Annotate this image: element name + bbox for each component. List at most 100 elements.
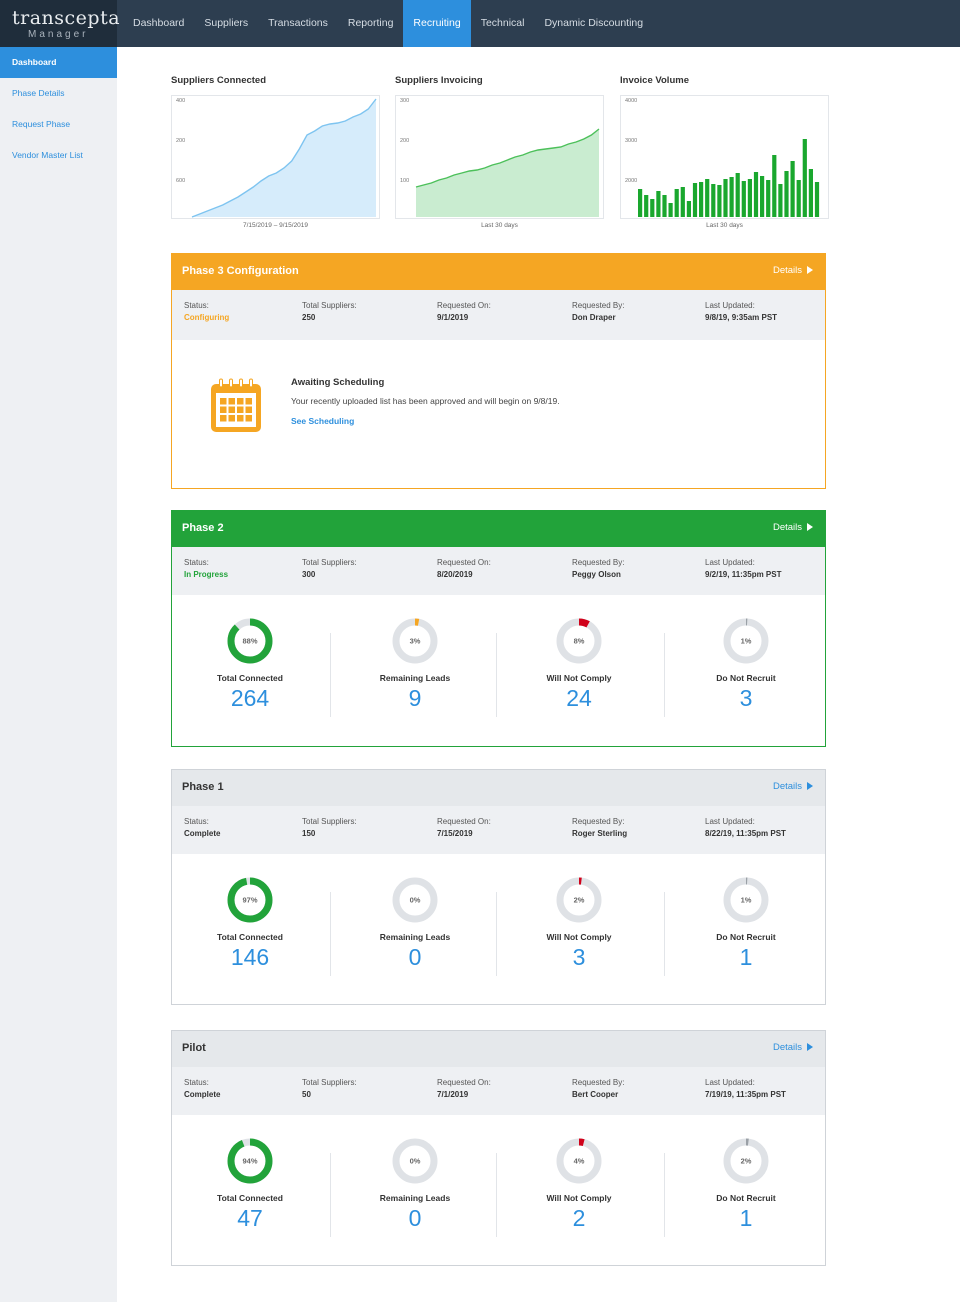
info-label: Last Updated: — [705, 817, 755, 826]
nav-dynamic-discounting[interactable]: Dynamic Discounting — [534, 0, 653, 47]
bar — [650, 199, 655, 217]
stats-row: 94% Total Connected 47 0% Remaining Leads 0 4%… — [172, 1115, 825, 1265]
divider — [664, 892, 665, 976]
donut-percent-label: 1% — [741, 896, 752, 905]
donut-percent-label: 3% — [410, 637, 421, 646]
stat-label: Total Connected — [217, 932, 283, 942]
info-requested-by: Requested By: Roger Sterling — [572, 816, 627, 840]
stat-do-not-recruit: 1% Do Not Recruit 3 — [666, 595, 826, 712]
stat-count: 1 — [739, 944, 753, 970]
triangle-right-icon — [807, 523, 813, 532]
details-link[interactable]: Details — [773, 1042, 813, 1053]
series-area — [416, 129, 599, 217]
stat-count: 146 — [230, 944, 270, 970]
divider — [664, 633, 665, 717]
nav-technical[interactable]: Technical — [471, 0, 535, 47]
nav-reporting[interactable]: Reporting — [338, 0, 404, 47]
donut-percent-label: 8% — [574, 637, 585, 646]
info-label: Requested On: — [437, 1078, 491, 1087]
tick-label: 200 — [400, 138, 409, 144]
bar — [680, 187, 685, 217]
bar — [747, 179, 752, 217]
calendar-icon — [209, 378, 265, 441]
bar — [778, 184, 783, 217]
card-title: Phase 3 Configuration — [182, 265, 299, 277]
stat-count: 9 — [408, 685, 422, 711]
bar — [790, 161, 795, 217]
donut-chart: 0% — [392, 877, 438, 923]
sidebar-item-phase-details[interactable]: Phase Details — [0, 78, 117, 109]
logo[interactable]: transcepta Manager — [0, 0, 121, 47]
details-label: Details — [772, 522, 802, 533]
donut-chart: 8% — [556, 618, 602, 664]
bar — [753, 172, 759, 217]
info-value: In Progress — [184, 570, 229, 579]
bar — [686, 201, 691, 217]
stat-will-not-comply: 2% Will Not Comply 3 — [499, 854, 659, 971]
info-status: Status: In Progress — [184, 557, 228, 581]
tick-label: 300 — [400, 98, 409, 104]
info-label: Requested By: — [572, 301, 625, 310]
nav-recruiting[interactable]: Recruiting — [403, 0, 471, 47]
bar — [717, 185, 722, 217]
details-link[interactable]: Details — [773, 265, 813, 276]
chart-title: Invoice Volume — [620, 75, 689, 86]
triangle-right-icon — [807, 266, 813, 275]
donut-chart: 2% — [556, 877, 602, 923]
bar — [814, 182, 820, 217]
logo-subtitle: Manager — [28, 29, 89, 40]
logo-wordmark: transcepta — [12, 7, 121, 29]
triangle-right-icon — [807, 782, 813, 791]
info-label: Status: — [184, 1078, 209, 1087]
card-header: Phase 1 Details — [172, 770, 825, 806]
stat-do-not-recruit: 2% Do Not Recruit 1 — [666, 1115, 826, 1232]
phase-card-phase-2: Phase 2 Details Status: In Progress Total Su… — [171, 510, 826, 747]
tick-label: 600 — [176, 178, 185, 184]
divider — [664, 1153, 665, 1237]
nav-transactions[interactable]: Transactions — [258, 0, 338, 47]
info-requested-on: Requested On: 9/1/2019 — [437, 300, 491, 324]
donut-chart: 3% — [392, 618, 438, 664]
info-requested-by: Requested By: Don Draper — [572, 300, 624, 324]
info-row: Status: In Progress Total Suppliers: 300 Req… — [172, 547, 825, 595]
bar — [711, 184, 716, 217]
card-header: Pilot Details — [172, 1031, 825, 1067]
awaiting-title: Awaiting Scheduling — [291, 377, 385, 388]
sidebar-item-request-phase[interactable]: Request Phase — [0, 109, 117, 140]
tick-label: 4000 — [625, 98, 637, 104]
nav-dashboard[interactable]: Dashboard — [123, 0, 194, 47]
sidebar-item-vendor-master-list[interactable]: Vendor Master List — [0, 140, 117, 171]
info-label: Total Suppliers: — [302, 558, 357, 567]
donut-chart: 2% — [723, 1138, 769, 1184]
info-row: Status: Complete Total Suppliers: 150 Reques… — [172, 806, 825, 854]
bar — [662, 195, 667, 217]
chart-invoice-volume: Invoice Volume 4000 3000 2000 Last 30 days — [620, 75, 829, 229]
details-link[interactable]: Details — [773, 522, 813, 533]
donut-percent-label: 0% — [410, 896, 421, 905]
info-value: 250 — [302, 313, 316, 322]
bar — [796, 180, 801, 217]
donut-percent-label: 1% — [741, 637, 752, 646]
series-area — [192, 99, 376, 217]
stat-label: Total Connected — [217, 673, 283, 683]
see-scheduling-link[interactable]: See Scheduling — [291, 416, 354, 426]
bar — [802, 139, 807, 217]
details-link[interactable]: Details — [773, 781, 813, 792]
chart-frame: 300 200 100 — [395, 95, 604, 219]
info-label: Status: — [184, 817, 209, 826]
card-header: Phase 3 Configuration Details — [172, 254, 825, 290]
stat-count: 3 — [572, 944, 586, 970]
top-navbar: transcepta Manager Dashboard Suppliers Tra… — [0, 0, 960, 47]
sidebar-item-dashboard[interactable]: Dashboard — [0, 47, 117, 78]
bar — [668, 203, 673, 217]
info-label: Requested On: — [437, 817, 491, 826]
info-label: Status: — [184, 301, 209, 310]
sidebar: Dashboard Phase Details Request Phase Vendo… — [0, 47, 117, 1302]
info-value: Don Draper — [572, 313, 616, 322]
donut-chart: 1% — [723, 877, 769, 923]
donut-percent-label: 4% — [574, 1157, 585, 1166]
info-status: Status: Complete — [184, 816, 220, 840]
nav-suppliers[interactable]: Suppliers — [194, 0, 258, 47]
bar — [729, 177, 734, 217]
divider — [496, 633, 497, 717]
